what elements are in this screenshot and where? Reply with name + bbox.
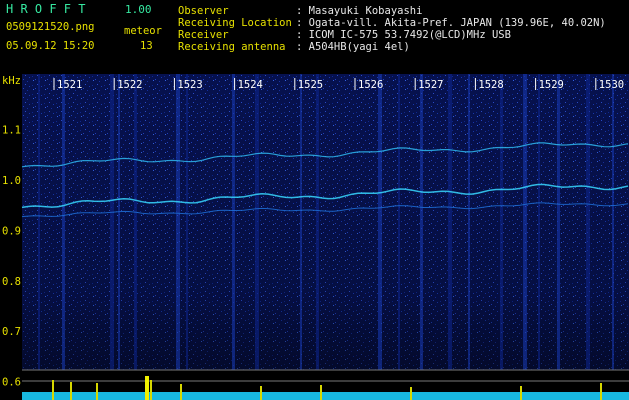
x-tick-label: 1522 [117,79,142,91]
amplitude-peak [70,382,72,400]
meteor-count: 13 [140,40,153,52]
amplitude-peak [410,387,412,400]
y-tick-label: 0.8 [2,276,21,288]
observer-label: Observer [178,5,229,17]
location-label: Receiving Location [178,17,292,29]
amplitude-peak [145,376,149,400]
interference-stripe [538,74,540,370]
x-tick-label: 1526 [358,79,383,91]
spectrogram-plot: 1.1 1.0 0.9 0.8 0.7 0.6 1521 1522 1523 1524 1525 1… [2,74,629,400]
interference-stripe [110,74,114,370]
antenna-value: : A504HB(yagi 4el) [296,41,410,53]
meteor-label: meteor [124,25,162,37]
interference-stripe [448,74,452,370]
interference-stripe [612,74,614,370]
interference-stripe [300,74,302,370]
y-axis-labels: 1.1 1.0 0.9 0.8 0.7 0.6 [2,125,21,389]
baseline-strip [22,392,629,400]
amplitude-peak [96,383,98,400]
x-tick-label: 1525 [298,79,323,91]
amplitude-peak [520,386,522,400]
antenna-label: Receiving antenna [178,41,286,53]
interference-stripe [500,74,503,370]
interference-stripe [586,74,590,370]
observer-value: : Masayuki Kobayashi [296,5,423,17]
location-value: : Ogata-vill. Akita-Pref. JAPAN (139.96E… [296,17,606,29]
x-tick-label: 1530 [599,79,624,91]
amplitude-peak [150,380,152,400]
filename: 0509121520.png [6,21,95,33]
amplitude-peak [600,383,602,400]
interference-stripe [62,74,65,370]
x-tick-label: 1529 [539,79,564,91]
amplitude-peak [52,380,54,400]
y-tick-label: 1.1 [2,125,21,137]
y-tick-label: 0.7 [2,326,21,338]
receiver-value: : ICOM IC-575 53.7492(@LCD)MHz USB [296,29,511,41]
interference-stripe [176,74,180,370]
app-version: 1.00 [125,3,152,16]
x-tick-label: 1524 [238,79,263,91]
interference-stripe [557,74,560,370]
interference-stripe [134,74,137,370]
interference-stripe [398,74,400,370]
header-panel: H R O F F T 1.00 0509121520.png meteor 0… [0,0,629,74]
amplitude-peak [180,384,182,400]
datetime: 05.09.12 15:20 [6,40,95,52]
x-tick-label: 1528 [478,79,503,91]
app-title: H R O F F T [6,2,86,16]
x-tick-label: 1523 [177,79,202,91]
interference-stripe [118,74,120,370]
interference-stripe [523,74,527,370]
interference-stripe [186,74,188,370]
interference-stripe [255,74,259,370]
y-axis-title: kHz [2,75,21,87]
x-tick-label: 1521 [57,79,82,91]
interference-stripe [38,74,40,370]
interference-stripe [378,74,382,370]
interference-stripe [316,74,319,370]
x-tick-label: 1527 [418,79,443,91]
interference-stripe [468,74,470,370]
interference-stripe [420,74,423,370]
amplitude-peak [320,385,322,400]
receiver-label: Receiver [178,29,229,41]
y-tick-label: 0.9 [2,225,21,237]
interference-stripe [232,74,235,370]
y-tick-label: 1.0 [2,175,21,187]
amplitude-peak [260,386,262,400]
y-tick-label: 0.6 [2,377,21,389]
